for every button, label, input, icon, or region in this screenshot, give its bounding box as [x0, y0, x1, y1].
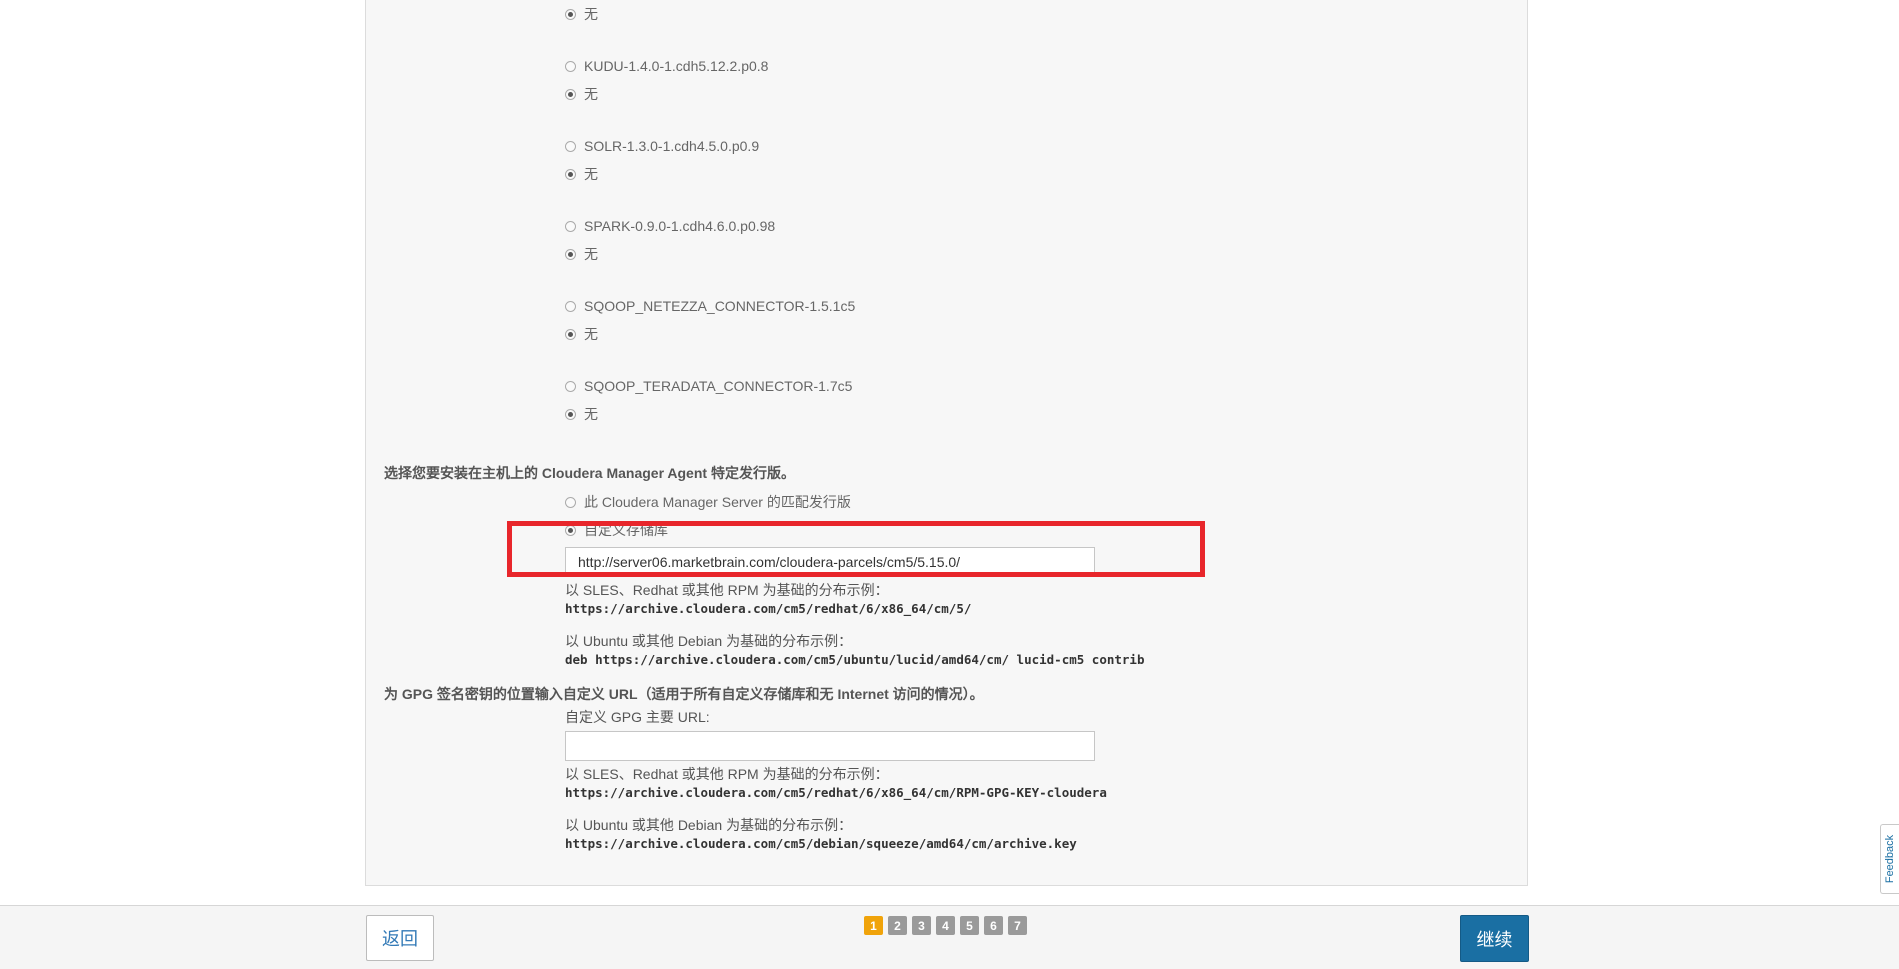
parcel-name-label: SQOOP_NETEZZA_CONNECTOR-1.5.1c5 — [584, 298, 856, 314]
parcel-none-label: 无 — [584, 326, 598, 342]
parcel-none-label: 无 — [584, 6, 598, 22]
gpg-sles-example-label: 以 SLES、Redhat 或其他 RPM 为基础的分布示例： — [565, 766, 889, 782]
radio-button-checked[interactable] — [565, 88, 576, 100]
step-pager: 1 2 3 4 5 6 7 — [864, 916, 1027, 935]
page-step-4[interactable]: 4 — [936, 916, 955, 935]
radio-button-checked[interactable] — [565, 524, 576, 536]
parcel-option-spark[interactable]: SPARK-0.9.0-1.cdh4.6.0.p0.98 — [565, 216, 775, 236]
parcel-option-sqoop-netezza[interactable]: SQOOP_NETEZZA_CONNECTOR-1.5.1c5 — [565, 296, 855, 316]
parcel-name-label: SOLR-1.3.0-1.cdh4.5.0.p0.9 — [584, 138, 760, 154]
page-step-5[interactable]: 5 — [960, 916, 979, 935]
gpg-field-label: 自定义 GPG 主要 URL: — [565, 709, 710, 725]
page-step-2[interactable]: 2 — [888, 916, 907, 935]
radio-button-checked[interactable] — [565, 408, 576, 420]
parcel-none-label: 无 — [584, 406, 598, 422]
gpg-url-input[interactable] — [565, 731, 1095, 761]
gpg-section-title: 为 GPG 签名密钥的位置输入自定义 URL（适用于所有自定义存储库和无 Int… — [384, 686, 984, 702]
agent-ubuntu-example-label: 以 Ubuntu 或其他 Debian 为基础的分布示例： — [565, 633, 853, 649]
radio-button[interactable] — [565, 60, 576, 72]
parcel-none-option[interactable]: 无 — [565, 404, 598, 424]
parcel-none-option[interactable]: 无 — [565, 324, 598, 344]
agent-option-matching[interactable]: 此 Cloudera Manager Server 的匹配发行版 — [565, 492, 851, 512]
radio-button[interactable] — [565, 380, 576, 392]
agent-option-custom-label: 自定义存储库 — [584, 522, 668, 538]
radio-button[interactable] — [565, 300, 576, 312]
radio-button[interactable] — [565, 220, 576, 232]
footer-bar — [0, 905, 1899, 969]
radio-button[interactable] — [565, 496, 576, 508]
custom-repo-url-input[interactable]: http://server06.marketbrain.com/cloudera… — [565, 547, 1095, 577]
parcel-none-label: 无 — [584, 86, 598, 102]
agent-ubuntu-example-url: deb https://archive.cloudera.com/cm5/ubu… — [565, 652, 1145, 667]
continue-button[interactable]: 继续 — [1460, 915, 1529, 962]
gpg-ubuntu-example-label: 以 Ubuntu 或其他 Debian 为基础的分布示例： — [565, 817, 853, 833]
gpg-sles-example-url: https://archive.cloudera.com/cm5/redhat/… — [565, 785, 1107, 800]
page-step-3[interactable]: 3 — [912, 916, 931, 935]
parcel-option-solr[interactable]: SOLR-1.3.0-1.cdh4.5.0.p0.9 — [565, 136, 759, 156]
page-step-1[interactable]: 1 — [864, 916, 883, 935]
radio-button-checked[interactable] — [565, 328, 576, 340]
parcel-none-label: 无 — [584, 246, 598, 262]
back-button[interactable]: 返回 — [366, 915, 434, 961]
parcel-option-sqoop-teradata[interactable]: SQOOP_TERADATA_CONNECTOR-1.7c5 — [565, 376, 852, 396]
agent-option-custom[interactable]: 自定义存储库 — [565, 520, 668, 540]
agent-section-title: 选择您要安装在主机上的 Cloudera Manager Agent 特定发行版… — [384, 465, 795, 481]
parcel-name-label: SPARK-0.9.0-1.cdh4.6.0.p0.98 — [584, 218, 776, 234]
parcel-none-option[interactable]: 无 — [565, 244, 598, 264]
radio-button[interactable] — [565, 140, 576, 152]
parcel-name-label: SQOOP_TERADATA_CONNECTOR-1.7c5 — [584, 378, 853, 394]
agent-sles-example-label: 以 SLES、Redhat 或其他 RPM 为基础的分布示例： — [565, 582, 889, 598]
parcel-none-option[interactable]: 无 — [565, 164, 598, 184]
agent-sles-example-url: https://archive.cloudera.com/cm5/redhat/… — [565, 601, 972, 616]
radio-button-checked[interactable] — [565, 248, 576, 260]
page-step-7[interactable]: 7 — [1008, 916, 1027, 935]
parcel-name-label: KUDU-1.4.0-1.cdh5.12.2.p0.8 — [584, 58, 769, 74]
parcel-none-label: 无 — [584, 166, 598, 182]
parcel-option-kudu[interactable]: KUDU-1.4.0-1.cdh5.12.2.p0.8 — [565, 56, 768, 76]
parcel-none-option[interactable]: 无 — [565, 84, 598, 104]
page-step-6[interactable]: 6 — [984, 916, 1003, 935]
feedback-tab[interactable]: Feedback — [1880, 824, 1899, 894]
radio-button-checked[interactable] — [565, 8, 576, 20]
feedback-label: Feedback — [1884, 834, 1896, 884]
parcel-none-option[interactable]: 无 — [565, 4, 598, 24]
gpg-ubuntu-example-url: https://archive.cloudera.com/cm5/debian/… — [565, 836, 1077, 851]
agent-option-matching-label: 此 Cloudera Manager Server 的匹配发行版 — [584, 494, 851, 510]
radio-button-checked[interactable] — [565, 168, 576, 180]
